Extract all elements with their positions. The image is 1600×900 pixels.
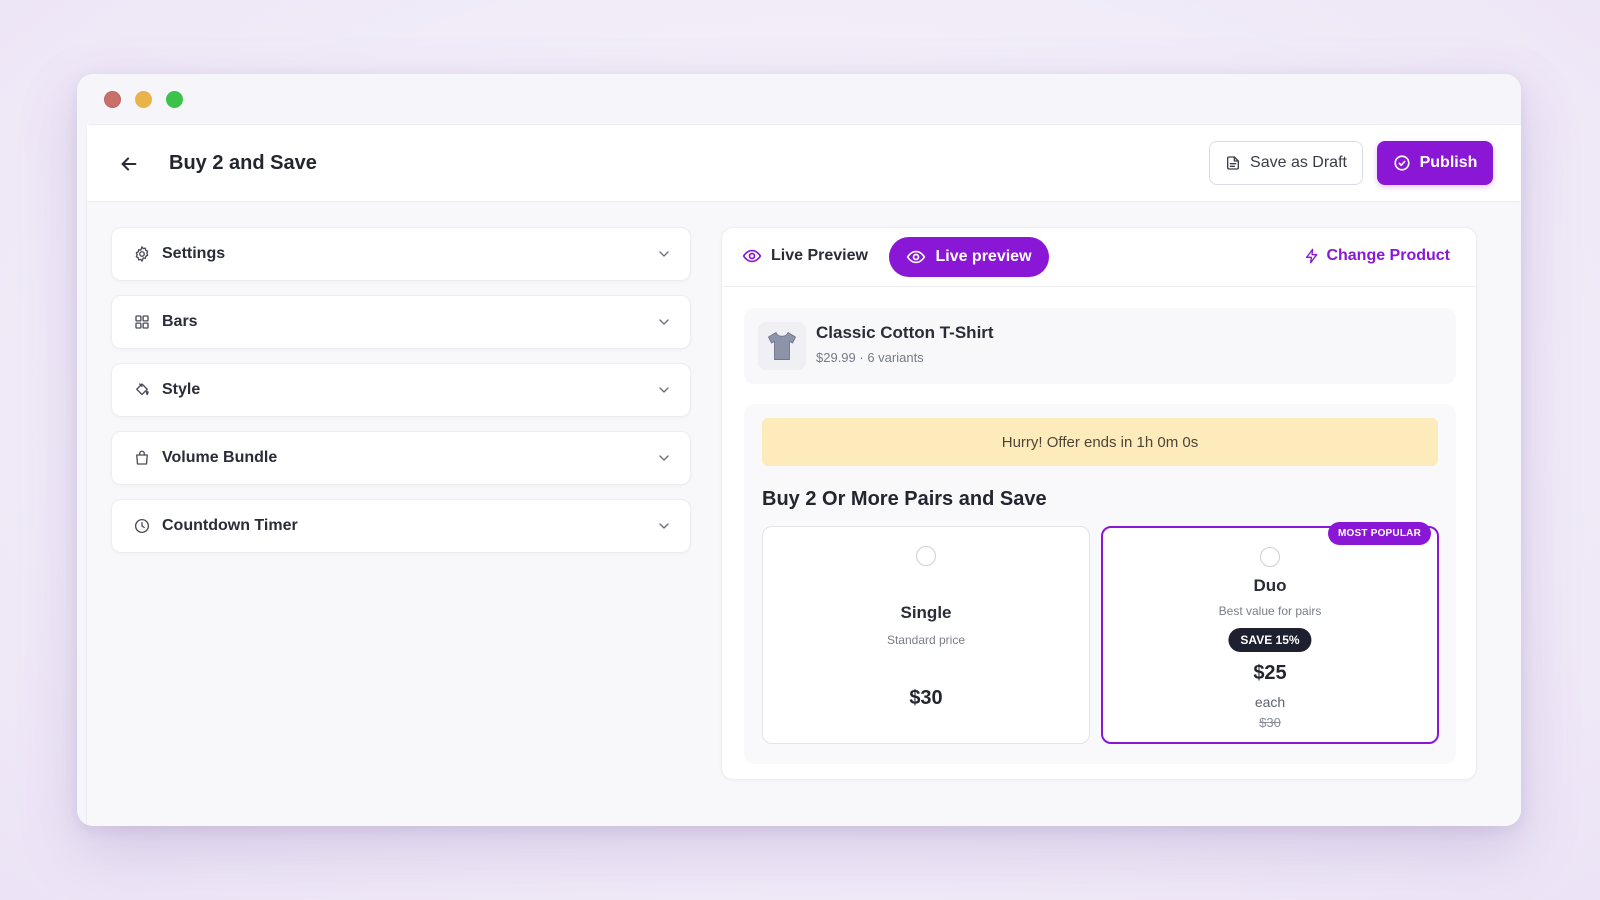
price-unit: each bbox=[1254, 694, 1286, 710]
publish-label: Publish bbox=[1419, 154, 1478, 171]
eye-icon bbox=[907, 250, 926, 264]
product-thumbnail bbox=[758, 322, 806, 370]
settings-sidebar: Settings Bars Style Volume Bundle Countd… bbox=[111, 227, 691, 567]
save-as-draft-button[interactable]: Save as Draft bbox=[1209, 141, 1363, 185]
window-controls bbox=[104, 91, 183, 108]
accordion-label: Volume Bundle bbox=[162, 449, 278, 466]
page-title: Buy 2 and Save bbox=[169, 152, 317, 174]
accordion-settings[interactable]: Settings bbox=[111, 227, 691, 281]
chevron-down-icon bbox=[659, 319, 669, 325]
eye-icon bbox=[742, 249, 762, 263]
tier-subtitle: Standard price bbox=[886, 633, 966, 647]
save-badge: SAVE 15% bbox=[1228, 628, 1312, 652]
chevron-down-icon bbox=[659, 455, 669, 461]
back-button[interactable] bbox=[117, 152, 141, 176]
change-product-label: Change Product bbox=[1326, 247, 1450, 264]
lightning-icon bbox=[1306, 248, 1318, 264]
page-header: Buy 2 and Save Save as Draft Publish bbox=[87, 125, 1521, 202]
gear-icon bbox=[132, 244, 152, 264]
tab-live-preview[interactable]: Live Preview bbox=[742, 246, 868, 266]
accordion-label: Bars bbox=[162, 313, 198, 330]
shopping-bag-icon bbox=[132, 448, 152, 468]
arrow-left-icon bbox=[121, 157, 137, 171]
grid-icon bbox=[132, 312, 152, 332]
accordion-label: Settings bbox=[162, 245, 226, 262]
document-icon bbox=[1227, 156, 1240, 170]
tab-label: Live preview bbox=[935, 248, 1032, 265]
tier-subtitle: Best value for pairs bbox=[1218, 604, 1322, 618]
preview-tabs: Live Preview Live preview Change Product bbox=[722, 228, 1476, 287]
app-content: Buy 2 and Save Save as Draft Publish Set… bbox=[86, 124, 1521, 826]
tier-price: $30 bbox=[909, 687, 943, 709]
tshirt-icon bbox=[768, 332, 796, 360]
radio-button[interactable] bbox=[916, 546, 936, 566]
tab-label: Live Preview bbox=[771, 247, 868, 264]
tab-live-preview-active[interactable]: Live preview bbox=[889, 237, 1049, 277]
preview-panel: Live Preview Live preview Change Product… bbox=[721, 227, 1477, 780]
tier-price: $25 bbox=[1253, 662, 1287, 684]
publish-button[interactable]: Publish bbox=[1377, 141, 1493, 185]
accordion-style[interactable]: Style bbox=[111, 363, 691, 417]
original-price: $30 bbox=[1259, 715, 1281, 730]
countdown-timer-bar: Hurry! Offer ends in 1h 0m 0s bbox=[762, 418, 1438, 466]
maximize-window-button[interactable] bbox=[166, 91, 183, 108]
accordion-countdown-timer[interactable]: Countdown Timer bbox=[111, 499, 691, 553]
tier-card-duo[interactable]: MOST POPULAR Duo Best value for pairs SA… bbox=[1101, 522, 1439, 744]
product-name: Classic Cotton T-Shirt bbox=[816, 323, 994, 342]
app-window: Buy 2 and Save Save as Draft Publish Set… bbox=[77, 74, 1521, 826]
paint-bucket-icon bbox=[132, 380, 152, 400]
change-product-link[interactable]: Change Product bbox=[1304, 247, 1450, 265]
accordion-label: Style bbox=[162, 381, 201, 398]
tier-card-single[interactable]: Single Standard price $30 bbox=[762, 526, 1090, 744]
clock-icon bbox=[132, 516, 152, 536]
chevron-down-icon bbox=[659, 387, 669, 393]
offer-widget: Hurry! Offer ends in 1h 0m 0s Buy 2 Or M… bbox=[744, 404, 1456, 764]
tier-name: Single bbox=[900, 603, 952, 622]
most-popular-badge: MOST POPULAR bbox=[1328, 522, 1431, 545]
accordion-label: Countdown Timer bbox=[162, 517, 298, 534]
chevron-down-icon bbox=[659, 523, 669, 529]
accordion-bars[interactable]: Bars bbox=[111, 295, 691, 349]
accordion-volume-bundle[interactable]: Volume Bundle bbox=[111, 431, 691, 485]
save-as-draft-label: Save as Draft bbox=[1250, 154, 1347, 171]
check-circle-icon bbox=[1394, 155, 1410, 171]
minimize-window-button[interactable] bbox=[135, 91, 152, 108]
radio-button[interactable] bbox=[1260, 547, 1280, 567]
close-window-button[interactable] bbox=[104, 91, 121, 108]
product-card: Classic Cotton T-Shirt $29.99 · 6 varian… bbox=[744, 308, 1456, 384]
chevron-down-icon bbox=[659, 251, 669, 257]
product-meta: $29.99 · 6 variants bbox=[816, 350, 924, 365]
tier-name: Duo bbox=[1253, 576, 1287, 595]
offer-title: Buy 2 Or More Pairs and Save bbox=[762, 488, 1047, 510]
